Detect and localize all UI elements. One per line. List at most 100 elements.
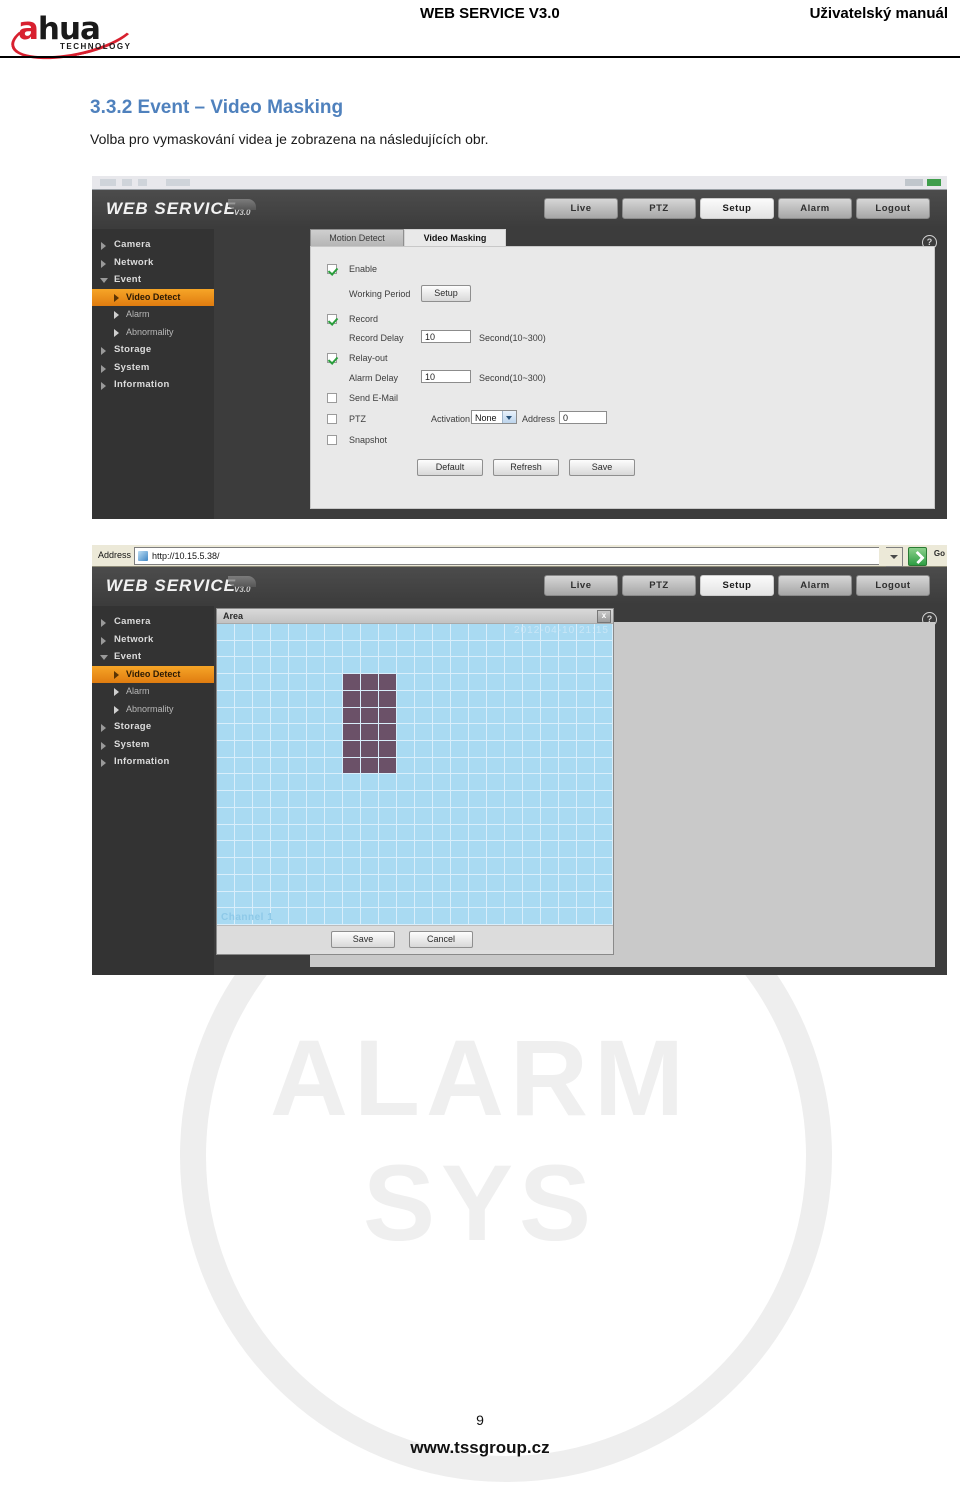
mask-grid-cell[interactable] bbox=[343, 858, 361, 875]
mask-grid-cell[interactable] bbox=[595, 741, 613, 758]
sidebar-item-alarm[interactable]: Alarm bbox=[92, 683, 214, 701]
mask-grid-cell[interactable] bbox=[379, 640, 397, 658]
mask-grid-cell[interactable] bbox=[595, 858, 613, 875]
mask-grid-cell[interactable] bbox=[487, 858, 505, 875]
mask-grid-cell[interactable] bbox=[451, 791, 469, 808]
mask-grid-cell[interactable] bbox=[415, 640, 433, 658]
sidebar-item-information[interactable]: Information bbox=[92, 376, 214, 394]
mask-grid-cell[interactable] bbox=[217, 657, 235, 675]
mask-grid-cell[interactable] bbox=[325, 674, 343, 691]
mask-grid-cell[interactable] bbox=[433, 908, 451, 925]
mask-grid-cell-selected[interactable] bbox=[379, 724, 397, 742]
mask-grid-cell[interactable] bbox=[577, 707, 595, 725]
mask-grid-cell-selected[interactable] bbox=[379, 707, 397, 725]
mask-grid-cell[interactable] bbox=[397, 891, 415, 909]
nav-button-live[interactable]: Live bbox=[544, 198, 618, 219]
mask-grid-cell[interactable] bbox=[217, 640, 235, 658]
mask-grid-cell[interactable] bbox=[505, 657, 523, 675]
mask-grid-cell[interactable] bbox=[415, 657, 433, 675]
mask-grid-cell[interactable] bbox=[451, 640, 469, 658]
mask-grid-cell[interactable] bbox=[577, 874, 595, 892]
mask-grid-cell[interactable] bbox=[379, 874, 397, 892]
mask-grid-cell[interactable] bbox=[415, 841, 433, 859]
mask-grid-cell[interactable] bbox=[505, 791, 523, 808]
mask-grid-cells[interactable] bbox=[217, 624, 613, 925]
mask-grid-cell[interactable] bbox=[289, 741, 307, 758]
mask-grid-cell[interactable] bbox=[253, 774, 271, 792]
mask-grid-cell[interactable] bbox=[577, 757, 595, 775]
mask-grid-cell[interactable] bbox=[235, 874, 253, 892]
mask-grid-cell[interactable] bbox=[595, 690, 613, 708]
mask-grid-cell[interactable] bbox=[397, 774, 415, 792]
mask-grid-cell[interactable] bbox=[325, 891, 343, 909]
refresh-button[interactable]: Refresh bbox=[493, 459, 559, 476]
mask-grid-cell[interactable] bbox=[577, 908, 595, 925]
mask-grid-cell[interactable] bbox=[433, 791, 451, 808]
mask-grid-cell[interactable] bbox=[433, 891, 451, 909]
mask-grid-cell[interactable] bbox=[595, 657, 613, 675]
mask-grid-cell[interactable] bbox=[487, 757, 505, 775]
mask-grid-cell[interactable] bbox=[217, 674, 235, 691]
mask-grid-cell[interactable] bbox=[307, 908, 325, 925]
mask-grid-cell[interactable] bbox=[271, 624, 289, 641]
mask-grid-cell[interactable] bbox=[433, 657, 451, 675]
record-checkbox[interactable] bbox=[327, 314, 337, 324]
mask-grid-cell-selected[interactable] bbox=[343, 724, 361, 742]
mask-grid-cell-selected[interactable] bbox=[361, 757, 379, 775]
mask-grid-cell[interactable] bbox=[289, 724, 307, 742]
mask-grid-cell[interactable] bbox=[397, 824, 415, 842]
mask-grid-cell[interactable] bbox=[469, 624, 487, 641]
mask-grid-cell[interactable] bbox=[271, 824, 289, 842]
mask-grid-cell[interactable] bbox=[469, 690, 487, 708]
mask-grid-cell[interactable] bbox=[343, 807, 361, 825]
mask-grid-cell[interactable] bbox=[253, 791, 271, 808]
mask-grid-cell[interactable] bbox=[379, 657, 397, 675]
mask-grid-cell[interactable] bbox=[469, 841, 487, 859]
sidebar[interactable]: Camera Network Event Video Detect Alarm … bbox=[92, 229, 215, 519]
mask-grid-cell[interactable] bbox=[217, 624, 235, 641]
sidebar-item-abnormality[interactable]: Abnormality bbox=[92, 324, 214, 342]
mask-grid-cell[interactable] bbox=[307, 841, 325, 859]
mask-grid-cell[interactable] bbox=[343, 774, 361, 792]
mask-grid-cell[interactable] bbox=[577, 891, 595, 909]
mask-grid-cell[interactable] bbox=[235, 774, 253, 792]
mask-grid-cell[interactable] bbox=[559, 891, 577, 909]
mask-grid-cell[interactable] bbox=[271, 891, 289, 909]
mask-grid-cell[interactable] bbox=[451, 774, 469, 792]
mask-grid-cell[interactable] bbox=[289, 757, 307, 775]
mask-grid-cell[interactable] bbox=[541, 757, 559, 775]
mask-grid-cell[interactable] bbox=[397, 674, 415, 691]
mask-grid-cell[interactable] bbox=[433, 707, 451, 725]
mask-grid-cell[interactable] bbox=[289, 657, 307, 675]
mask-grid-cell[interactable] bbox=[325, 874, 343, 892]
mask-grid-cell[interactable] bbox=[217, 791, 235, 808]
mask-grid-cell[interactable] bbox=[343, 908, 361, 925]
mask-grid-cell[interactable] bbox=[235, 858, 253, 875]
address-input[interactable]: 0 bbox=[559, 411, 607, 424]
mask-grid-cell[interactable] bbox=[325, 690, 343, 708]
mask-grid-cell[interactable] bbox=[235, 674, 253, 691]
address-input[interactable]: http://10.15.5.38/ bbox=[134, 547, 879, 565]
mask-grid-cell[interactable] bbox=[541, 874, 559, 892]
mask-grid-cell[interactable] bbox=[559, 640, 577, 658]
mask-grid-cell[interactable] bbox=[541, 858, 559, 875]
mask-grid-cell[interactable] bbox=[451, 724, 469, 742]
mask-grid-cell[interactable] bbox=[307, 824, 325, 842]
mask-grid-cell[interactable] bbox=[451, 824, 469, 842]
mask-grid-cell-selected[interactable] bbox=[343, 690, 361, 708]
mask-grid-cell[interactable] bbox=[487, 908, 505, 925]
mask-grid-cell[interactable] bbox=[253, 690, 271, 708]
mask-grid-cell[interactable] bbox=[235, 624, 253, 641]
mask-grid-cell[interactable] bbox=[595, 891, 613, 909]
mask-grid-cell-selected[interactable] bbox=[343, 757, 361, 775]
mask-grid-cell[interactable] bbox=[505, 841, 523, 859]
mask-grid-cell[interactable] bbox=[577, 791, 595, 808]
snapshot-checkbox[interactable] bbox=[327, 435, 337, 445]
mask-grid-cell[interactable] bbox=[451, 707, 469, 725]
mask-grid-cell[interactable] bbox=[505, 757, 523, 775]
mask-grid-cell[interactable] bbox=[451, 908, 469, 925]
mask-grid-cell[interactable] bbox=[577, 858, 595, 875]
mask-grid-cell[interactable] bbox=[217, 707, 235, 725]
mask-grid[interactable]: 2012-04-10 21:15 Channel 1 bbox=[217, 624, 613, 925]
mask-grid-cell[interactable] bbox=[451, 657, 469, 675]
